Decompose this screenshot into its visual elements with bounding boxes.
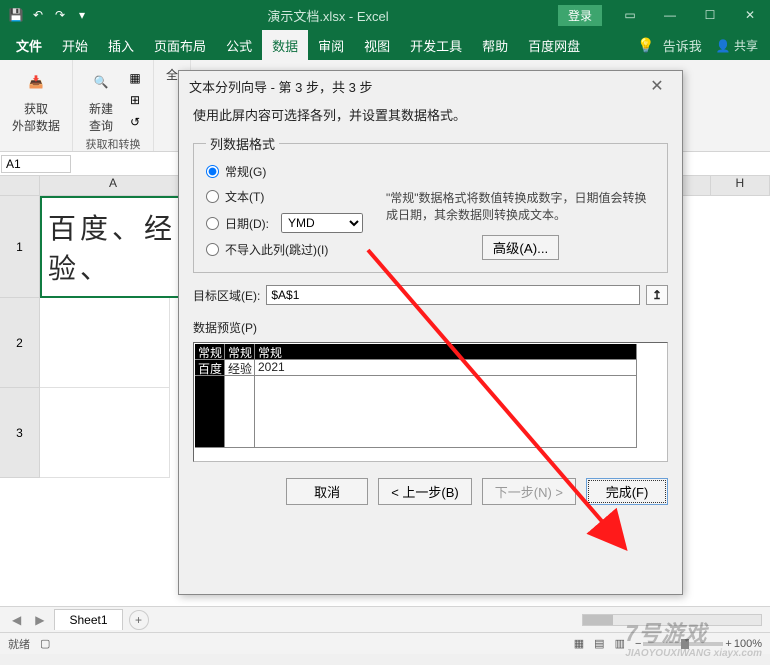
advanced-button[interactable]: 高级(A)... bbox=[482, 235, 560, 260]
radio-date[interactable]: 日期(D): YMD bbox=[206, 213, 386, 233]
preview-cell-2: 2021 bbox=[255, 360, 637, 376]
radio-text[interactable]: 文本(T) bbox=[206, 188, 386, 205]
tab-data[interactable]: 数据 bbox=[262, 30, 308, 61]
radio-skip[interactable]: 不导入此列(跳过)(I) bbox=[206, 241, 386, 258]
watermark: 7号游戏 JIAOYOUXIWANG xiayx.com bbox=[625, 616, 762, 659]
text-to-columns-dialog: 文本分列向导 - 第 3 步，共 3 步 ✕ 使用此屏内容可选择各列，并设置其数… bbox=[178, 70, 683, 595]
col-header-h[interactable]: H bbox=[711, 176, 770, 195]
get-external-data-button[interactable]: 📥 获取 外部数据 bbox=[8, 64, 64, 136]
cancel-button[interactable]: 取消 bbox=[286, 478, 368, 505]
preview-header-2: 常规 bbox=[255, 344, 637, 360]
row-header-3[interactable]: 3 bbox=[0, 388, 40, 478]
tab-help[interactable]: 帮助 bbox=[472, 30, 518, 61]
status-ready: 就绪 bbox=[8, 636, 30, 652]
save-icon[interactable]: 💾 bbox=[8, 7, 24, 23]
cell-a1[interactable]: 百度、经验、 bbox=[40, 196, 190, 298]
window-title: 演示文档.xlsx - Excel bbox=[98, 6, 558, 25]
tab-dev[interactable]: 开发工具 bbox=[400, 30, 472, 61]
sheet-nav-prev-icon[interactable]: ◀ bbox=[8, 613, 25, 627]
maximize-icon[interactable]: ☐ bbox=[690, 0, 730, 30]
dialog-titlebar[interactable]: 文本分列向导 - 第 3 步，共 3 步 ✕ bbox=[179, 71, 682, 101]
ribbon-tabs: 文件 开始 插入 页面布局 公式 数据 审阅 视图 开发工具 帮助 百度网盘 💡… bbox=[0, 30, 770, 60]
preview-cell-0: 百度 bbox=[195, 360, 225, 376]
sheet-tab-sheet1[interactable]: Sheet1 bbox=[54, 609, 122, 630]
ribbon-group-get-transform: 🔍 新建 查询 ▦ ⊞ ↺ 获取和转换 bbox=[73, 60, 154, 151]
view-normal-icon[interactable]: ▦ bbox=[574, 637, 584, 650]
name-box[interactable] bbox=[1, 155, 71, 173]
external-data-icon: 📥 bbox=[20, 66, 52, 98]
recent-sources-icon[interactable]: ↺ bbox=[125, 112, 145, 132]
dialog-buttons: 取消 < 上一步(B) 下一步(N) > 完成(F) bbox=[179, 466, 682, 519]
tellme-button[interactable]: 告诉我 bbox=[663, 36, 702, 55]
cell-a2[interactable] bbox=[40, 298, 170, 388]
radio-general[interactable]: 常规(G) bbox=[206, 163, 386, 180]
row-header-2[interactable]: 2 bbox=[0, 298, 40, 388]
tab-file[interactable]: 文件 bbox=[6, 30, 52, 61]
date-format-select[interactable]: YMD bbox=[281, 213, 363, 233]
new-query-button[interactable]: 🔍 新建 查询 bbox=[81, 64, 121, 136]
col-header-a[interactable]: A bbox=[40, 176, 188, 195]
column-data-format-fieldset: 列数据格式 常规(G) 文本(T) 日期(D): YM bbox=[193, 134, 668, 273]
tab-review[interactable]: 审阅 bbox=[308, 30, 354, 61]
share-button[interactable]: 👤 共享 bbox=[710, 35, 764, 56]
preview-header-1: 常规 bbox=[225, 344, 255, 360]
quick-access-toolbar: 💾 ↶ ↷ ▾ bbox=[0, 7, 98, 23]
window-controls: 登录 ▭ — ☐ ✕ bbox=[558, 0, 770, 30]
qat-customize-icon[interactable]: ▾ bbox=[74, 7, 90, 23]
show-queries-icon[interactable]: ▦ bbox=[125, 68, 145, 88]
tab-baidu[interactable]: 百度网盘 bbox=[518, 30, 590, 61]
preview-label: 数据预览(P) bbox=[193, 319, 668, 336]
login-button[interactable]: 登录 bbox=[558, 5, 602, 26]
next-button[interactable]: 下一步(N) > bbox=[482, 478, 576, 505]
view-page-icon[interactable]: ▤ bbox=[594, 637, 604, 650]
range-selector-icon[interactable]: ↥ bbox=[646, 285, 668, 305]
macro-record-icon[interactable]: ▢ bbox=[40, 637, 50, 650]
view-pagebreak-icon[interactable]: ▥ bbox=[615, 637, 625, 650]
undo-icon[interactable]: ↶ bbox=[30, 7, 46, 23]
destination-label: 目标区域(E): bbox=[193, 287, 260, 304]
destination-input[interactable] bbox=[266, 285, 640, 305]
sheet-nav-next-icon[interactable]: ▶ bbox=[31, 613, 48, 627]
data-preview[interactable]: 常规 常规 常规 百度 经验 2021 bbox=[193, 342, 668, 462]
minimize-icon[interactable]: — bbox=[650, 0, 690, 30]
preview-cell-1: 经验 bbox=[225, 360, 255, 376]
tab-formulas[interactable]: 公式 bbox=[216, 30, 262, 61]
dialog-title: 文本分列向导 - 第 3 步，共 3 步 bbox=[189, 77, 642, 96]
select-all-corner[interactable] bbox=[0, 176, 40, 195]
cell-a3[interactable] bbox=[40, 388, 170, 478]
preview-header-0: 常规 bbox=[195, 344, 225, 360]
tab-insert[interactable]: 插入 bbox=[98, 30, 144, 61]
title-bar: 💾 ↶ ↷ ▾ 演示文档.xlsx - Excel 登录 ▭ — ☐ ✕ bbox=[0, 0, 770, 30]
back-button[interactable]: < 上一步(B) bbox=[378, 478, 472, 505]
new-sheet-button[interactable]: + bbox=[129, 610, 149, 630]
tab-layout[interactable]: 页面布局 bbox=[144, 30, 216, 61]
ribbon-group-external-data: 📥 获取 外部数据 bbox=[0, 60, 73, 151]
tab-view[interactable]: 视图 bbox=[354, 30, 400, 61]
dialog-close-icon[interactable]: ✕ bbox=[642, 76, 672, 96]
ribbon-display-icon[interactable]: ▭ bbox=[610, 0, 650, 30]
lightbulb-icon: 💡 bbox=[637, 37, 654, 54]
from-table-icon[interactable]: ⊞ bbox=[125, 90, 145, 110]
format-description: "常规"数据格式将数值转换成数字，日期值会转换成日期，其余数据则转换成文本。 bbox=[386, 189, 655, 223]
close-icon[interactable]: ✕ bbox=[730, 0, 770, 30]
row-header-1[interactable]: 1 bbox=[0, 196, 40, 298]
fieldset-legend: 列数据格式 bbox=[206, 134, 279, 153]
new-query-icon: 🔍 bbox=[85, 66, 117, 98]
finish-button[interactable]: 完成(F) bbox=[586, 478, 668, 505]
tab-home[interactable]: 开始 bbox=[52, 30, 98, 61]
redo-icon[interactable]: ↷ bbox=[52, 7, 68, 23]
dialog-instruction: 使用此屏内容可选择各列，并设置其数据格式。 bbox=[193, 105, 668, 124]
